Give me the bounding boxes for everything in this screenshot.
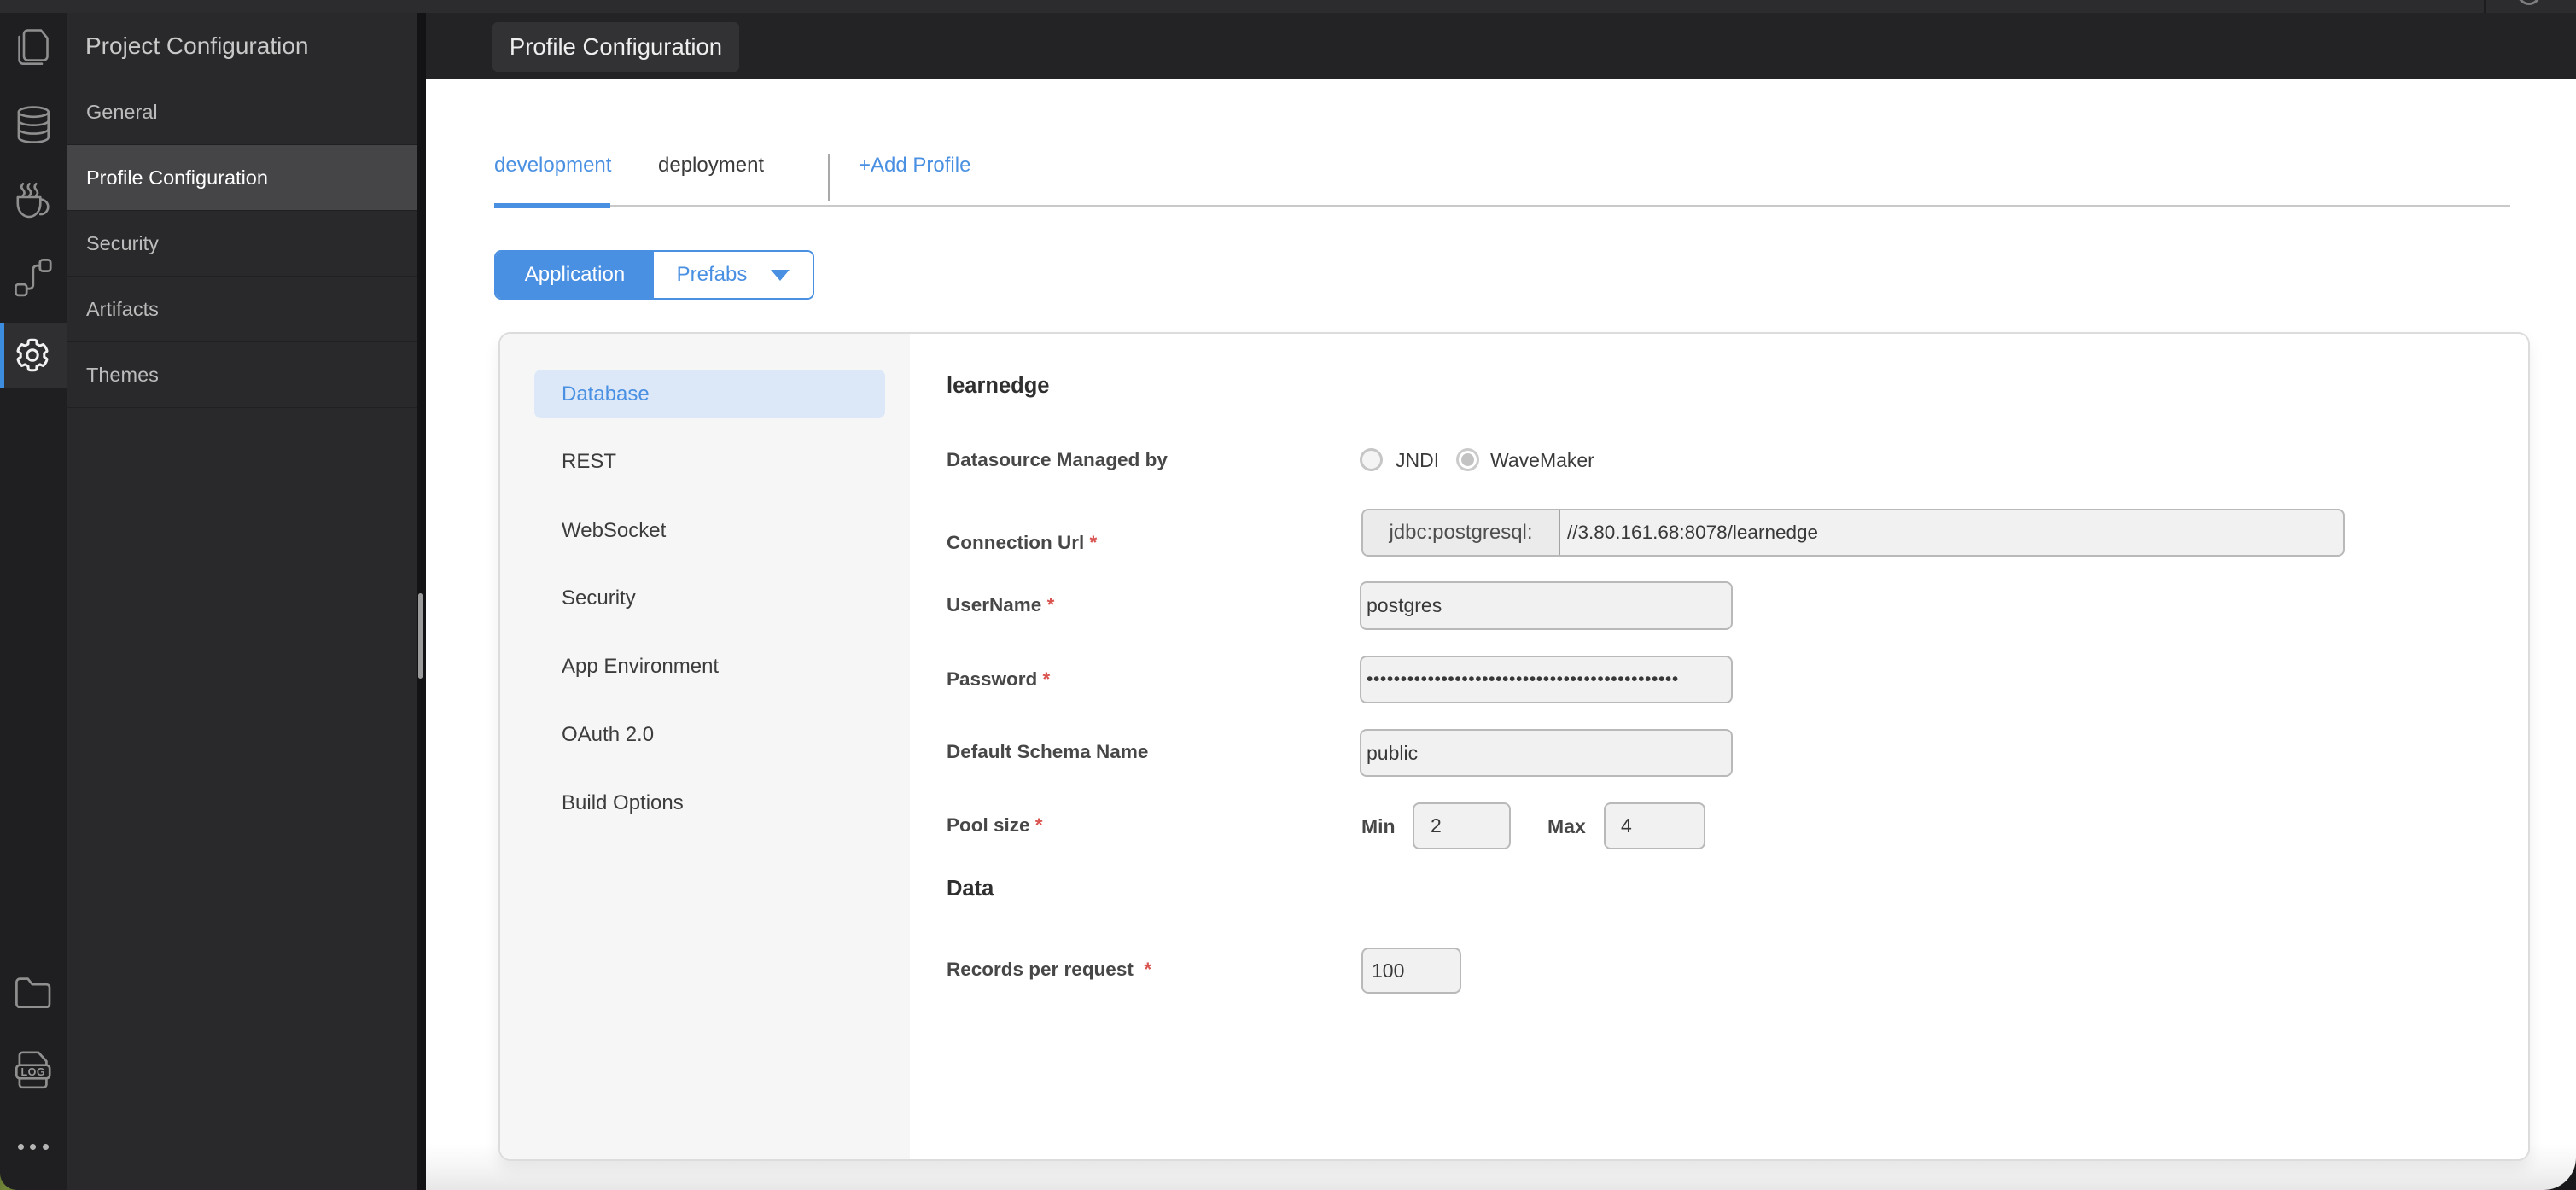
svg-text:LOG: LOG bbox=[21, 1066, 46, 1078]
